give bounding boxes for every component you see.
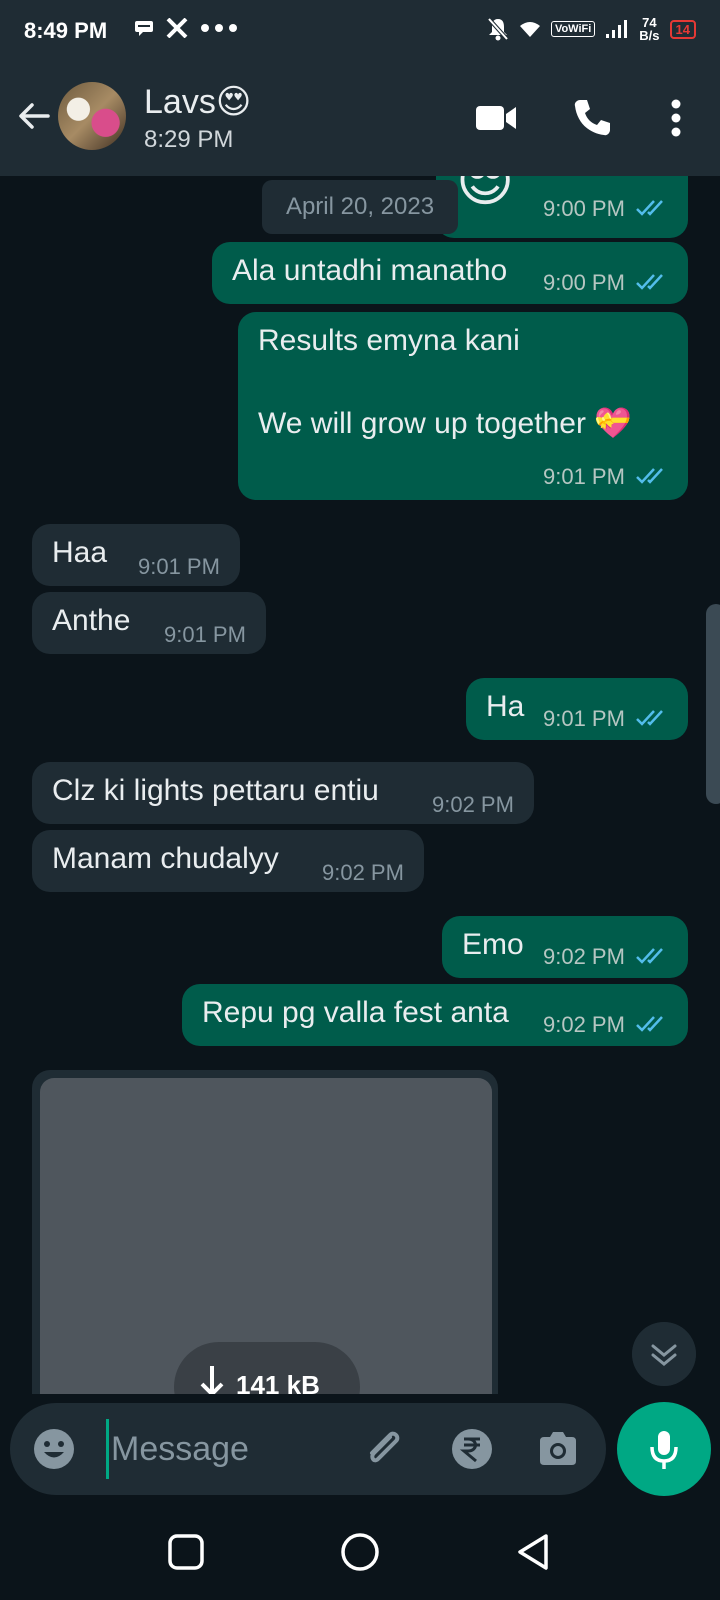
message-incoming[interactable]: Manam chudalyy 9:02 PM: [32, 830, 424, 892]
message-composer: [10, 1403, 606, 1495]
message-time: 9:02 PM: [322, 860, 404, 885]
download-button[interactable]: 141 kB: [174, 1342, 360, 1394]
message-text: Emo: [462, 928, 524, 961]
date-separator: April 20, 2023: [262, 180, 458, 234]
x-icon: [166, 18, 188, 38]
back-arrow-icon[interactable]: [14, 96, 54, 136]
message-time: 9:02 PM: [543, 944, 625, 969]
message-text: Clz ki lights pettaru entiu: [52, 774, 379, 807]
system-navigation-bar: [0, 1504, 720, 1600]
message-text: Ala untadhi manatho: [232, 254, 508, 287]
contact-name[interactable]: Lavs😍: [144, 82, 251, 122]
message-text: 😎: [456, 176, 515, 212]
message-time: 9:02 PM: [543, 1012, 625, 1037]
message-time: 9:01 PM: [543, 464, 625, 489]
status-notification-icons: [134, 18, 238, 38]
message-text-line1: Results emyna kani: [258, 324, 520, 357]
message-text: Anthe: [52, 604, 131, 637]
chat-header: Lavs😍 8:29 PM: [0, 64, 720, 176]
chat-messages[interactable]: 😎 9:00 PM April 20, 2023 Ala untadhi man…: [0, 176, 720, 1394]
edge-panel-handle[interactable]: [706, 604, 720, 804]
voice-record-button[interactable]: [617, 1402, 711, 1496]
message-incoming[interactable]: Anthe 9:01 PM: [32, 592, 266, 654]
read-ticks-icon: [636, 200, 663, 216]
media-thumbnail[interactable]: 141 kB: [40, 1078, 492, 1394]
message-text: Repu pg valla fest anta: [202, 996, 509, 1029]
message-time: 9:00 PM: [543, 196, 625, 221]
message-text: Manam chudalyy: [52, 842, 279, 875]
voice-call-icon[interactable]: [568, 94, 616, 142]
mic-icon: [650, 1431, 678, 1469]
bell-muted-icon: [487, 17, 509, 41]
scroll-to-bottom-button[interactable]: [632, 1322, 696, 1386]
read-ticks-icon: [636, 274, 663, 290]
avatar[interactable]: [58, 82, 126, 150]
message-outgoing[interactable]: Emo 9:02 PM: [442, 916, 688, 978]
rupee-payment-icon[interactable]: [448, 1425, 496, 1473]
message-time: 9:02 PM: [432, 792, 514, 817]
network-speed-unit: B/s: [639, 28, 660, 43]
message-incoming[interactable]: Clz ki lights pettaru entiu 9:02 PM: [32, 762, 534, 824]
status-bar: 8:49 PM VoWiFi 74 B/s 14: [0, 0, 720, 64]
home-circle-icon[interactable]: [338, 1530, 382, 1574]
more-vert-icon[interactable]: [652, 94, 700, 142]
message-incoming-media[interactable]: 141 kB: [32, 1070, 498, 1394]
read-ticks-icon: [636, 710, 663, 726]
message-text: Haa: [52, 536, 108, 569]
message-outgoing[interactable]: Ala untadhi manatho 9:00 PM: [212, 242, 688, 304]
download-icon: [200, 1366, 224, 1394]
signal-icon: [606, 20, 628, 38]
media-size: 141 kB: [236, 1370, 320, 1394]
network-speed: 74 B/s: [639, 16, 659, 42]
back-triangle-icon[interactable]: [512, 1530, 556, 1574]
message-outgoing[interactable]: Ha 9:01 PM: [466, 678, 688, 740]
video-call-icon[interactable]: [472, 94, 520, 142]
message-time: 9:01 PM: [164, 622, 246, 647]
read-ticks-icon: [636, 468, 663, 484]
vowifi-badge: VoWiFi: [550, 21, 596, 37]
status-time: 8:49 PM: [24, 18, 108, 43]
message-time: 9:01 PM: [138, 554, 220, 579]
message-time: 9:00 PM: [543, 270, 625, 295]
battery-indicator: 14: [669, 19, 696, 39]
message-input[interactable]: [106, 1419, 356, 1479]
message-outgoing[interactable]: 😎 9:00 PM: [436, 176, 688, 238]
message-outgoing[interactable]: Results emyna kani We will grow up toget…: [238, 312, 688, 500]
message-time: 9:01 PM: [543, 706, 625, 731]
message-text-line2: We will grow up together 💝: [258, 407, 632, 440]
message-icon: [135, 21, 153, 36]
contact-last-seen: 8:29 PM: [144, 126, 234, 153]
read-ticks-icon: [636, 948, 663, 964]
attach-icon[interactable]: [360, 1425, 408, 1473]
more-dots-icon: [201, 24, 237, 32]
wifi-icon: [519, 22, 540, 37]
camera-icon[interactable]: [534, 1425, 582, 1473]
message-outgoing[interactable]: Repu pg valla fest anta 9:02 PM: [182, 984, 688, 1046]
emoji-icon[interactable]: [30, 1425, 78, 1473]
message-incoming[interactable]: Haa 9:01 PM: [32, 524, 240, 586]
recents-square-icon[interactable]: [164, 1530, 208, 1574]
message-text: Ha: [486, 690, 525, 723]
status-system-icons: VoWiFi 74 B/s 14: [487, 16, 696, 42]
read-ticks-icon: [636, 1016, 663, 1032]
